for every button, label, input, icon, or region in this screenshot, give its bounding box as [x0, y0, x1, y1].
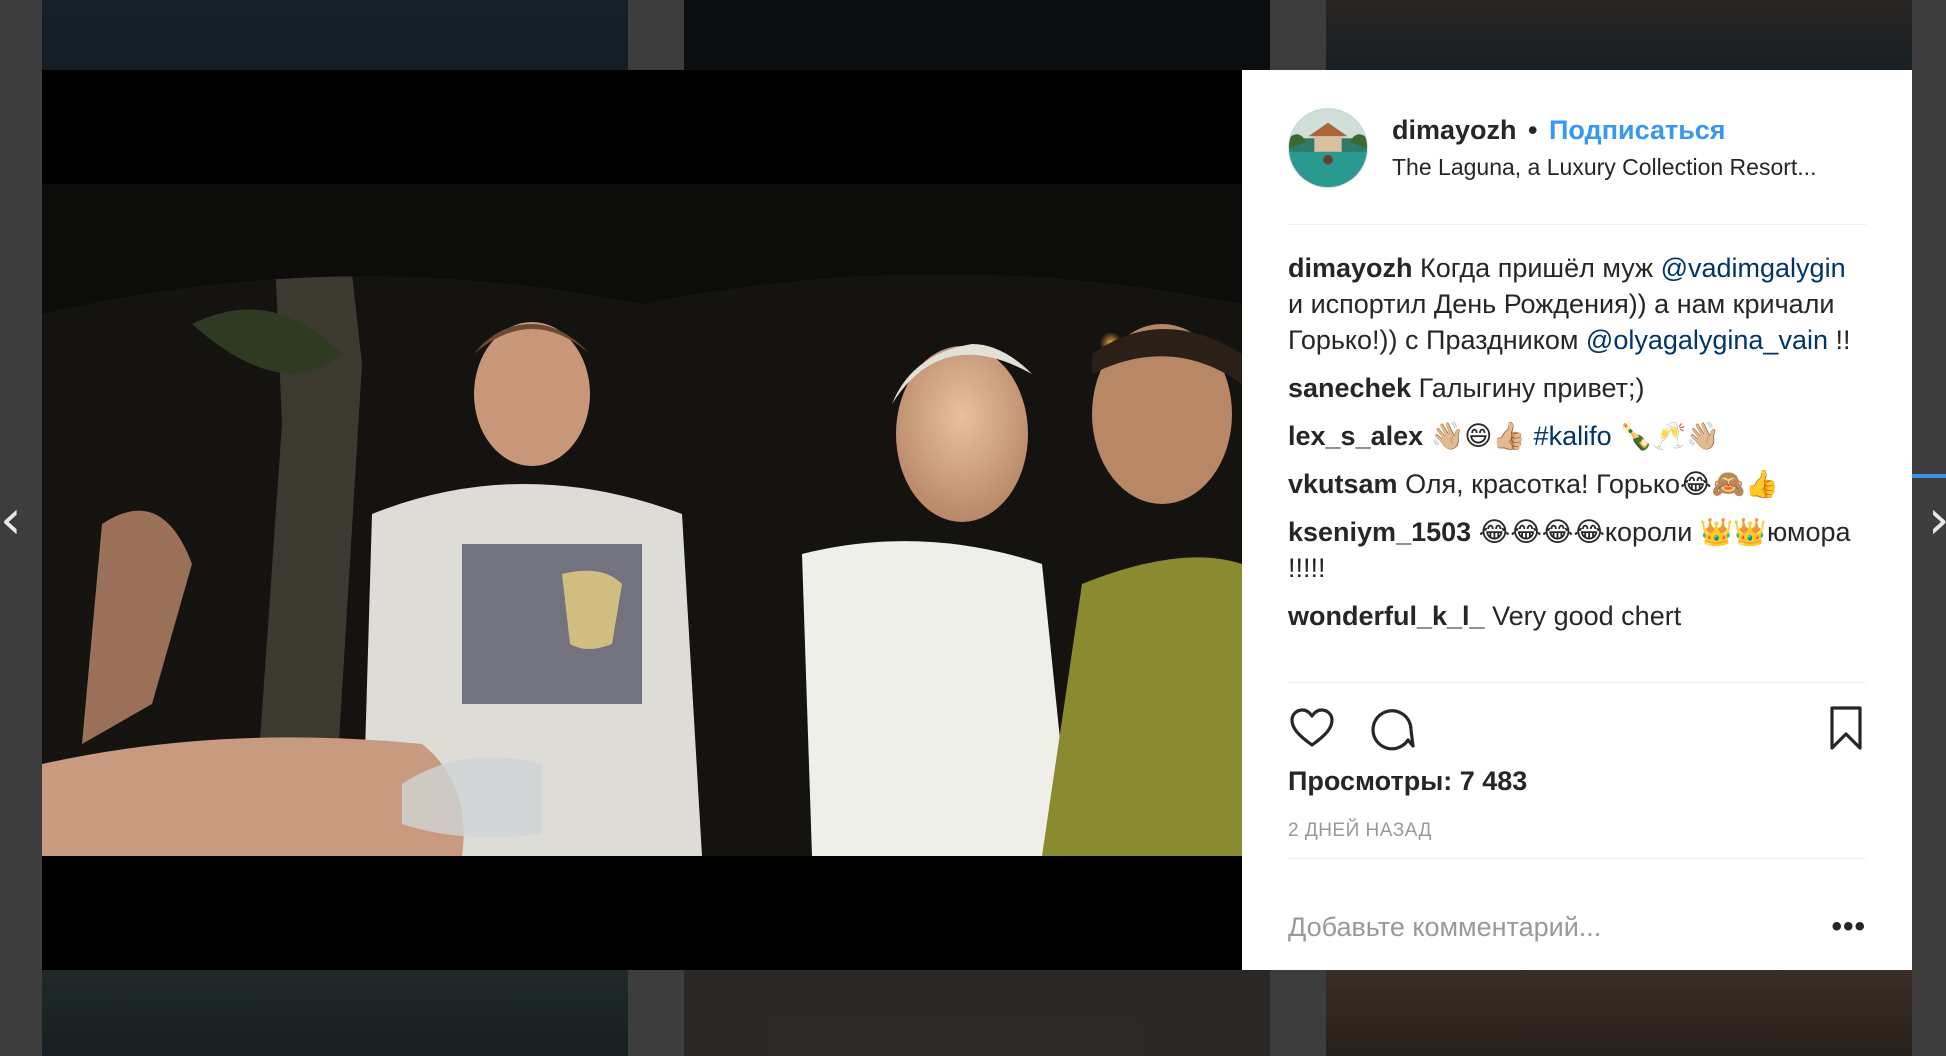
comment-username-link[interactable]: wonderful_k_l_: [1288, 601, 1485, 631]
separator-dot: •: [1528, 115, 1538, 145]
video-frame-image: [42, 184, 1242, 856]
post-header: dimayozh • Подписаться The Laguna, a Lux…: [1288, 108, 1866, 188]
add-comment-section: •••: [1288, 902, 1866, 952]
comment-bubble-icon[interactable]: [1368, 704, 1416, 752]
video-player[interactable]: [42, 184, 1242, 856]
comment-username-link[interactable]: lex_s_alex: [1288, 421, 1423, 451]
previous-post-arrow-icon[interactable]: ‹: [0, 490, 30, 550]
next-post-arrow-icon[interactable]: ›: [1928, 490, 1946, 550]
post-timestamp[interactable]: 2 дней назад: [1288, 820, 1432, 842]
header-username-link[interactable]: dimayozh: [1392, 115, 1517, 145]
post-actions: [1288, 698, 1866, 758]
comment: vkutsam Оля, красотка! Горько😂🙈👍: [1288, 466, 1866, 502]
bookmark-icon[interactable]: [1826, 704, 1866, 752]
location-link[interactable]: The Laguna, a Luxury Collection Resort..…: [1392, 151, 1816, 183]
hashtag-link[interactable]: #kalifo: [1534, 421, 1612, 451]
mention-link[interactable]: @olyagalygina_vain: [1586, 325, 1828, 355]
comment: wonderful_k_l_ Very good chert: [1288, 598, 1866, 634]
caption-text: !!: [1827, 325, 1851, 355]
comment: lex_s_alex 👋🏼😄👍🏼 #kalifo 🍾🥂👋🏼: [1288, 418, 1866, 454]
divider: [1288, 858, 1866, 859]
comments-list: dimayozh Когда пришёл муж @vadimgalygin …: [1288, 250, 1866, 646]
focus-indicator: [1912, 474, 1946, 478]
divider: [1288, 224, 1866, 225]
comment: kseniym_1503 😂😂😂😂короли 👑👑юмора !!!!!: [1288, 514, 1866, 586]
post-sidebar: dimayozh • Подписаться The Laguna, a Lux…: [1242, 70, 1912, 970]
avatar[interactable]: [1288, 108, 1368, 188]
views-count[interactable]: Просмотры: 7 483: [1288, 766, 1527, 797]
caption-text: Когда пришёл муж: [1420, 253, 1661, 283]
comment-text: Оля, красотка! Горько😂🙈👍: [1405, 469, 1779, 499]
comment-text: 👋🏼😄👍🏼: [1430, 421, 1534, 451]
comment-username-link[interactable]: sanechek: [1288, 373, 1411, 403]
comment: sanechek Галыгину привет;): [1288, 370, 1866, 406]
comment-username-link[interactable]: vkutsam: [1288, 469, 1398, 499]
comment-text: 🍾🥂👋🏼: [1611, 421, 1720, 451]
comment-username-link[interactable]: kseniym_1503: [1288, 517, 1471, 547]
heart-icon[interactable]: [1288, 704, 1336, 752]
mention-link[interactable]: @vadimgalygin: [1661, 253, 1846, 283]
comment-input[interactable]: [1288, 911, 1832, 943]
follow-button[interactable]: Подписаться: [1549, 115, 1726, 145]
post-modal: dimayozh • Подписаться The Laguna, a Lux…: [42, 70, 1912, 970]
comment-text: Very good chert: [1492, 601, 1682, 631]
caption: dimayozh Когда пришёл муж @vadimgalygin …: [1288, 250, 1866, 358]
comment-text: Галыгину привет;): [1418, 373, 1645, 403]
comment-username-link[interactable]: dimayozh: [1288, 253, 1413, 283]
divider: [1288, 682, 1866, 683]
post-media: [42, 70, 1242, 970]
more-options-icon[interactable]: •••: [1831, 910, 1866, 944]
